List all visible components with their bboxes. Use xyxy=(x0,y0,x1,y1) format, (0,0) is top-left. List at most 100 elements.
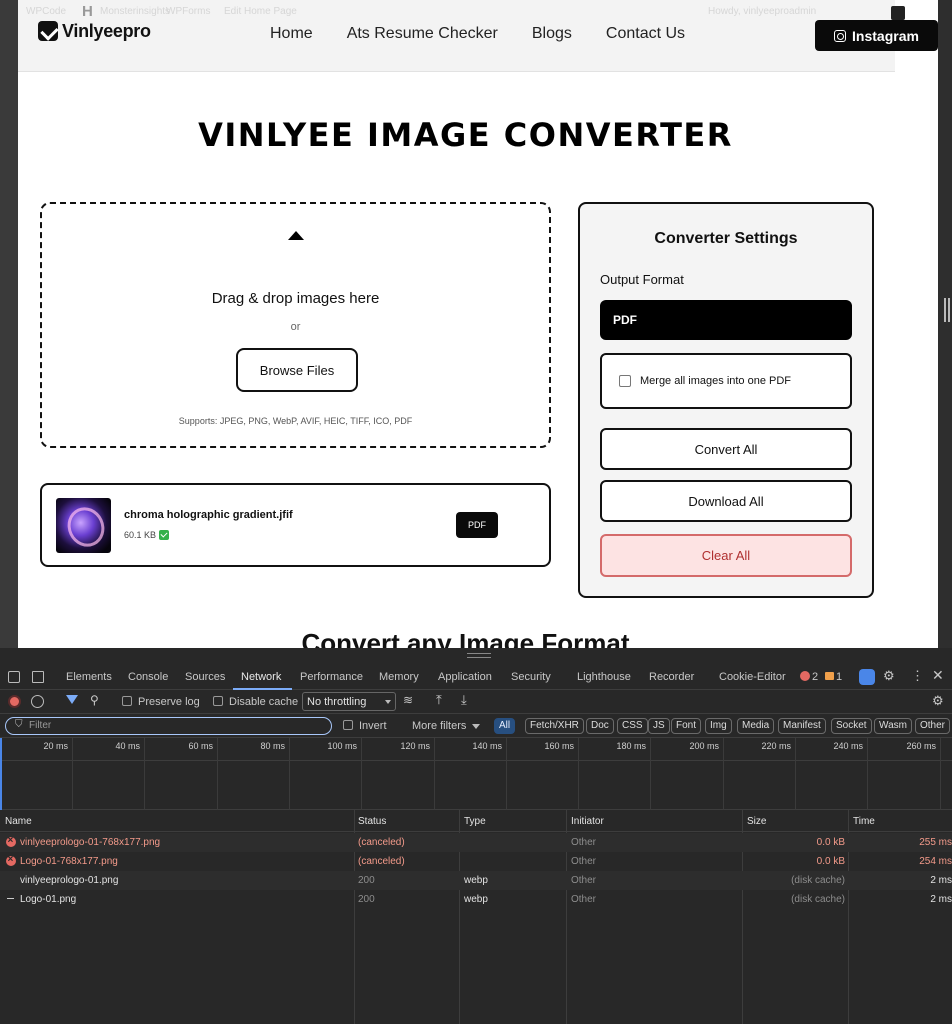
instagram-button[interactable]: Instagram xyxy=(815,20,938,51)
adminbar-item[interactable]: Monsterinsights xyxy=(100,6,170,17)
browse-files-button[interactable]: Browse Files xyxy=(236,348,358,392)
network-timeline-overview[interactable]: 20 ms 40 ms 60 ms 80 ms 100 ms 120 ms 140 ms 16… xyxy=(0,738,952,810)
table-row[interactable]: Logo-01.png 200 webp Other (disk cache) … xyxy=(0,890,952,909)
filter-chip-other[interactable]: Other xyxy=(915,718,951,734)
image-dropzone[interactable]: Drag & drop images here or Browse Files … xyxy=(40,202,551,448)
tab-network[interactable]: Network xyxy=(241,671,281,683)
output-format-select[interactable]: PDF xyxy=(600,300,852,340)
nav-home[interactable]: Home xyxy=(270,25,313,43)
tab-console[interactable]: Console xyxy=(128,671,168,683)
filter-chip-fetch-xhr[interactable]: Fetch/XHR xyxy=(525,718,584,734)
hostinger-icon[interactable]: H xyxy=(82,4,98,20)
filter-chip-all[interactable]: All xyxy=(494,718,516,734)
instagram-label: Instagram xyxy=(852,27,919,44)
warning-count[interactable]: 1 xyxy=(836,671,842,683)
nav-contact-us[interactable]: Contact Us xyxy=(606,25,685,43)
more-filters-button[interactable]: More filters xyxy=(412,720,466,732)
timeline-gridline xyxy=(506,738,507,810)
resizer-grip-icon[interactable] xyxy=(467,653,491,658)
search-icon[interactable]: ⚲ xyxy=(90,693,99,707)
filter-chip-media[interactable]: Media xyxy=(737,718,775,734)
tab-security[interactable]: Security xyxy=(511,671,551,683)
filter-chip-socket[interactable]: Socket xyxy=(831,718,872,734)
nav-blogs[interactable]: Blogs xyxy=(532,25,572,43)
adminbar-item[interactable]: Howdy, vinlyeeproadmin xyxy=(708,6,816,17)
clear-log-icon[interactable] xyxy=(31,695,44,708)
convert-all-button[interactable]: Convert All xyxy=(600,428,852,470)
timeline-tick-label: 160 ms xyxy=(544,741,574,751)
export-har-icon[interactable]: ⤓ xyxy=(461,692,467,708)
tab-application[interactable]: Application xyxy=(438,671,492,683)
close-icon[interactable]: ✕ xyxy=(932,667,944,684)
settings-title: Converter Settings xyxy=(654,230,798,247)
adminbar-item[interactable]: WPCode xyxy=(26,6,66,17)
dropzone-title: Drag & drop images here xyxy=(211,290,380,307)
filter-chip-wasm[interactable]: Wasm xyxy=(874,718,912,734)
import-har-icon[interactable]: ⤒ xyxy=(436,692,442,708)
filter-chip-js[interactable]: JS xyxy=(648,718,670,734)
request-name: vinlyeeprologo-01-768x177.png xyxy=(20,837,161,848)
request-status: (canceled) xyxy=(358,837,405,848)
request-initiator: Other xyxy=(571,856,597,867)
error-count[interactable]: 2 xyxy=(812,671,818,683)
device-toolbar-icon[interactable] xyxy=(32,671,44,683)
timeline-gridline xyxy=(867,738,868,810)
error-count-icon[interactable] xyxy=(800,671,810,681)
file-format-badge[interactable]: PDF xyxy=(456,512,498,538)
network-conditions-icon[interactable]: ≋ xyxy=(403,693,413,707)
column-initiator[interactable]: Initiator xyxy=(571,816,604,827)
tab-cookie-editor[interactable]: Cookie-Editor xyxy=(719,671,786,683)
more-options-icon[interactable]: ⋮ xyxy=(911,668,924,684)
tab-sources[interactable]: Sources xyxy=(185,671,225,683)
settings-gear-icon[interactable]: ⚙ xyxy=(883,668,895,684)
timeline-tick-label: 120 ms xyxy=(400,741,430,751)
filter-input-wrap[interactable]: ⛉ Filter xyxy=(5,717,332,735)
chevron-down-icon xyxy=(472,724,480,729)
tab-recorder[interactable]: Recorder xyxy=(649,671,694,683)
download-all-button[interactable]: Download All xyxy=(600,480,852,522)
table-row[interactable]: vinlyeeprologo-01-768x177.png (canceled)… xyxy=(0,833,952,852)
column-type[interactable]: Type xyxy=(464,816,486,827)
nav-ats-resume-checker[interactable]: Ats Resume Checker xyxy=(347,25,498,43)
devtools-resizer[interactable] xyxy=(0,648,952,664)
resize-grip-icon[interactable] xyxy=(944,298,950,322)
filter-chip-img[interactable]: Img xyxy=(705,718,732,734)
column-time[interactable]: Time xyxy=(853,816,875,827)
timeline-gridline xyxy=(578,738,579,810)
disable-cache-checkbox[interactable] xyxy=(213,696,223,706)
file-item: chroma holographic gradient.jfif 60.1 KB… xyxy=(40,483,551,567)
adminbar-item[interactable]: WPForms xyxy=(166,6,210,17)
merge-pdf-option[interactable]: Merge all images into one PDF xyxy=(600,353,852,409)
table-row[interactable]: vinlyeeprologo-01.png 200 webp Other (di… xyxy=(0,871,952,890)
column-name[interactable]: Name xyxy=(5,816,32,827)
throttling-select[interactable]: No throttling xyxy=(302,692,396,711)
adminbar-item[interactable]: Edit Home Page xyxy=(224,6,297,17)
filter-chip-font[interactable]: Font xyxy=(671,718,702,734)
table-row[interactable]: Logo-01-768x177.png (canceled) Other 0.0… xyxy=(0,852,952,871)
filter-chip-manifest[interactable]: Manifest xyxy=(778,718,826,734)
column-status[interactable]: Status xyxy=(358,816,386,827)
tab-performance[interactable]: Performance xyxy=(300,671,363,683)
filter-toggle-icon[interactable] xyxy=(66,695,78,704)
tab-elements[interactable]: Elements xyxy=(66,671,112,683)
invert-checkbox[interactable] xyxy=(343,720,353,730)
extension-icon[interactable] xyxy=(859,669,875,685)
tab-lighthouse[interactable]: Lighthouse xyxy=(577,671,631,683)
filter-input[interactable]: Filter xyxy=(29,720,51,731)
merge-pdf-checkbox[interactable] xyxy=(619,375,631,387)
tab-memory[interactable]: Memory xyxy=(379,671,419,683)
record-icon[interactable] xyxy=(8,695,21,708)
warning-count-icon[interactable] xyxy=(825,672,834,680)
network-filter-bar: ⛉ Filter Invert More filters All Fetch/X… xyxy=(0,714,952,738)
clear-all-button[interactable]: Clear All xyxy=(600,534,852,577)
network-settings-gear-icon[interactable]: ⚙ xyxy=(932,693,944,709)
preserve-log-checkbox[interactable] xyxy=(122,696,132,706)
filter-chip-css[interactable]: CSS xyxy=(617,718,648,734)
column-size[interactable]: Size xyxy=(747,816,766,827)
inspect-element-icon[interactable] xyxy=(8,671,20,683)
site-logo[interactable]: Vinlyeepro xyxy=(38,20,151,42)
devtools-tabbar: Elements Console Sources Network Perform… xyxy=(0,664,952,690)
timeline-gridline xyxy=(723,738,724,810)
request-time: 255 ms xyxy=(919,837,952,848)
filter-chip-doc[interactable]: Doc xyxy=(586,718,614,734)
